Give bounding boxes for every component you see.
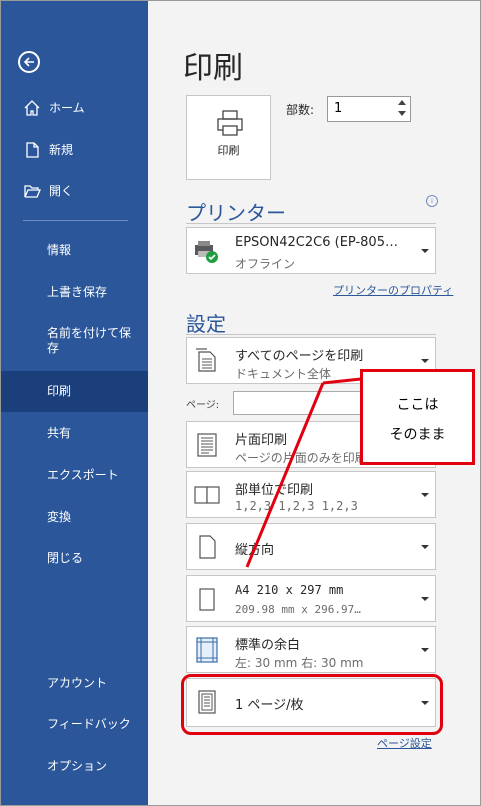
sidebar-item-new[interactable]: 新規 (1, 130, 148, 170)
sidebar-item-info[interactable]: 情報 (1, 230, 148, 270)
back-arrow-icon[interactable] (18, 51, 40, 73)
chevron-down-icon (421, 545, 429, 549)
orientation-dropdown[interactable]: 縦方向 (186, 523, 436, 570)
sidebar-item-feedback[interactable]: フィードバック (1, 704, 148, 744)
chevron-down-icon (421, 249, 429, 253)
setting-title: すべてのページを印刷 (235, 349, 364, 364)
sidebar-item-home[interactable]: ホーム (1, 88, 148, 128)
backstage-window: ホーム 新規 開く 情報 上書き保存 名前を付けて保存 印刷 共有 エクスポート… (0, 0, 481, 806)
sidebar-item-options[interactable]: オプション (1, 746, 148, 786)
home-icon (23, 99, 41, 117)
sidebar-item-print[interactable]: 印刷 (1, 371, 148, 412)
collate-dropdown[interactable]: 部単位で印刷 1,2,3 1,2,3 1,2,3 (186, 471, 436, 518)
sidebar-item-label: 新規 (49, 142, 74, 157)
printer-icon (217, 110, 243, 136)
sidebar-item-label: 開く (49, 183, 74, 198)
sidebar-item-label: 閉じる (47, 550, 84, 565)
single-sided-icon (197, 433, 217, 457)
printer-name: EPSON42C2C6 (EP-805… (235, 235, 398, 250)
section-divider (186, 223, 436, 224)
setting-subtitle: ドキュメント全体 (235, 367, 332, 381)
sidebar-item-label: 変換 (47, 509, 72, 524)
copies-value: 1 (334, 101, 343, 116)
setting-title: 標準の余白 (235, 638, 301, 653)
printer-section-title: プリンター (186, 201, 286, 225)
margins-dropdown[interactable]: 標準の余白 左: 30 mm 右: 30 mm (186, 626, 436, 673)
spin-down-icon[interactable] (398, 111, 406, 116)
setting-subtitle: ページの片面のみを印刷 (235, 451, 367, 465)
sidebar-item-label: 情報 (47, 242, 72, 257)
sidebar-item-label: オプション (47, 758, 108, 773)
sidebar-item-label: ホーム (49, 100, 85, 115)
new-document-icon (23, 141, 41, 159)
print-button[interactable]: 印刷 (186, 95, 271, 180)
page-title: 印刷 (183, 51, 243, 86)
annotation-callout: ここは そのまま (360, 369, 475, 465)
settings-section-title: 設定 (186, 312, 226, 336)
setting-title: 縦方向 (235, 543, 275, 558)
margins-icon (196, 637, 218, 663)
sidebar-item-open[interactable]: 開く (1, 171, 148, 211)
sidebar-item-label: 印刷 (47, 384, 72, 398)
annotation-highlight-box (181, 674, 443, 735)
pages-label: ページ: (186, 400, 220, 411)
paper-size-dropdown[interactable]: A4 210 x 297 mm 209.98 mm x 296.97… (186, 575, 436, 622)
chevron-down-icon (421, 359, 429, 363)
paper-size-icon (199, 588, 215, 611)
sidebar-item-export[interactable]: エクスポート (1, 455, 148, 495)
setting-subtitle: 209.98 mm x 296.97… (235, 603, 361, 616)
setting-title: 部単位で印刷 (235, 483, 314, 498)
section-divider (186, 334, 436, 335)
print-button-label: 印刷 (217, 144, 240, 157)
collate-icon (194, 486, 220, 504)
sidebar: ホーム 新規 開く 情報 上書き保存 名前を付けて保存 印刷 共有 エクスポート… (1, 1, 148, 805)
sidebar-item-label: 共有 (47, 425, 72, 440)
printer-properties-link[interactable]: プリンターのプロパティ (333, 282, 453, 298)
sidebar-item-save[interactable]: 上書き保存 (1, 272, 148, 312)
sidebar-item-share[interactable]: 共有 (1, 413, 148, 453)
info-icon[interactable]: i (426, 195, 438, 207)
printer-status-icon (195, 241, 218, 263)
copies-spin-buttons[interactable] (398, 100, 406, 122)
sidebar-item-label: フィードバック (47, 716, 131, 731)
printer-status: オフライン (235, 257, 296, 271)
chevron-down-icon (421, 597, 429, 601)
setting-title: 片面印刷 (235, 433, 288, 448)
printer-dropdown[interactable]: EPSON42C2C6 (EP-805… オフライン (186, 227, 436, 274)
setting-title: A4 210 x 297 mm (235, 583, 344, 597)
sidebar-item-label: アカウント (47, 675, 108, 690)
page-setup-link[interactable]: ページ設定 (377, 735, 432, 751)
sidebar-item-transform[interactable]: 変換 (1, 497, 148, 537)
spin-up-icon[interactable] (398, 100, 406, 105)
sidebar-divider (23, 220, 128, 221)
annotation-line-2: そのまま (389, 427, 446, 443)
copies-label: 部数: (286, 103, 315, 117)
pages-icon (196, 348, 216, 372)
portrait-icon (199, 535, 216, 559)
chevron-down-icon (421, 493, 429, 497)
sidebar-item-label: エクスポート (47, 467, 119, 482)
sidebar-item-label: 上書き保存 (47, 284, 108, 299)
folder-open-icon (23, 182, 41, 200)
copies-stepper[interactable]: 1 (327, 96, 411, 122)
sidebar-item-save-as[interactable]: 名前を付けて保存 (1, 319, 148, 363)
setting-subtitle: 1,2,3 1,2,3 1,2,3 (235, 499, 358, 513)
chevron-down-icon (421, 648, 429, 652)
sidebar-item-close[interactable]: 閉じる (1, 538, 148, 578)
setting-subtitle: 左: 30 mm 右: 30 mm (235, 656, 364, 670)
annotation-line-1: ここは (396, 397, 439, 413)
sidebar-item-account[interactable]: アカウント (1, 663, 148, 703)
sidebar-item-label: 名前を付けて保存 (47, 326, 132, 355)
